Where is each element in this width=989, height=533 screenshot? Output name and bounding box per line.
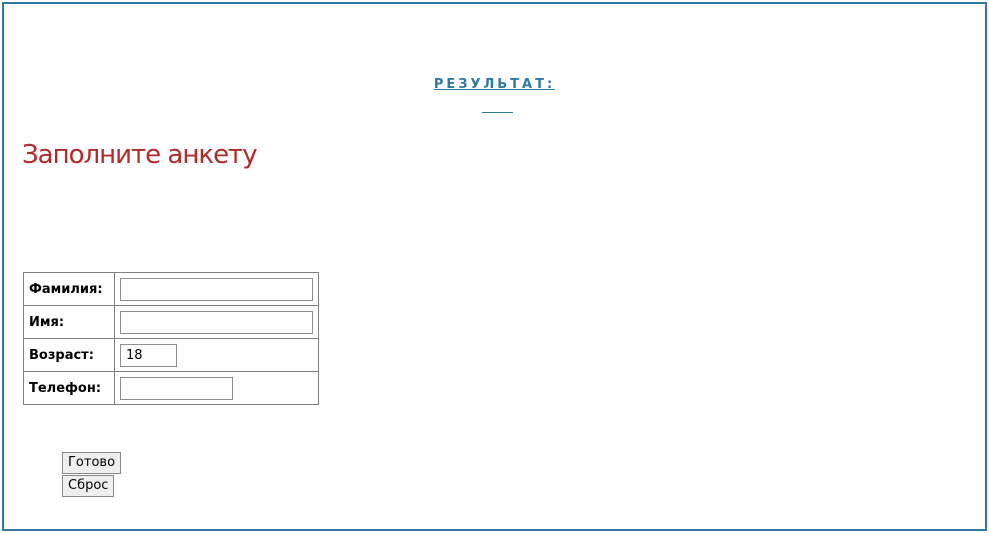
result-value	[482, 100, 513, 113]
page-frame: РЕЗУЛЬТАТ: Заполните анкету Фамилия: Имя…	[2, 2, 987, 531]
submit-button[interactable]: Готово	[62, 452, 122, 474]
surname-label: Фамилия:	[23, 272, 115, 306]
form-row-surname: Фамилия:	[23, 272, 319, 306]
phone-input[interactable]	[120, 376, 233, 400]
phone-label: Телефон:	[23, 371, 115, 405]
result-link[interactable]: РЕЗУЛЬТАТ:	[4, 77, 985, 92]
age-label: Возраст:	[23, 338, 115, 372]
questionnaire-form: Фамилия: Имя: Возраст: Телефон:	[23, 272, 319, 405]
name-label: Имя:	[23, 305, 115, 339]
reset-button[interactable]: Сброс	[62, 475, 115, 497]
form-row-phone: Телефон:	[23, 371, 319, 405]
form-row-age: Возраст:	[23, 338, 319, 372]
form-row-name: Имя:	[23, 305, 319, 339]
page-title: Заполните анкету	[22, 140, 258, 170]
age-input[interactable]	[120, 343, 177, 367]
surname-input[interactable]	[120, 277, 313, 301]
name-input[interactable]	[120, 310, 313, 334]
